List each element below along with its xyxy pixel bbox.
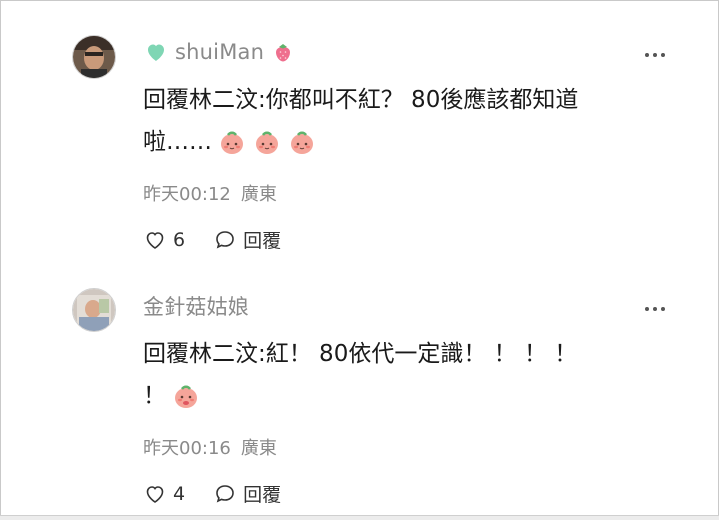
comment-meta: 昨天00:12 廣東 bbox=[143, 180, 277, 206]
speech-bubble-icon bbox=[216, 230, 234, 248]
comment-text-line: 回覆林二汶:紅！ 80依代一定識！ ！ ！ ！ bbox=[143, 341, 578, 367]
comment-location: 廣東 bbox=[240, 438, 277, 459]
comment-meta: 昨天00:16 廣東 bbox=[143, 434, 277, 460]
comment-text: ！ bbox=[143, 383, 166, 409]
username[interactable]: 金針菇姑娘 bbox=[143, 291, 249, 321]
heart-outline-icon bbox=[146, 485, 164, 503]
like-button[interactable]: 6 bbox=[143, 228, 185, 252]
peach-emoji-icon bbox=[171, 381, 201, 411]
heart-outline-icon bbox=[146, 231, 164, 249]
username-row: shuiMan bbox=[143, 37, 296, 67]
peach-emoji-icon bbox=[217, 127, 247, 157]
reply-label: 回覆 bbox=[243, 230, 282, 252]
strawberry-badge-icon bbox=[276, 44, 291, 62]
peach-emoji-icon bbox=[252, 127, 282, 157]
comment-location: 廣東 bbox=[240, 184, 277, 205]
comment-text-line-2: ！ bbox=[143, 381, 201, 411]
comment-actions: 4 回覆 bbox=[143, 480, 281, 507]
reply-button[interactable]: 回覆 bbox=[213, 226, 281, 253]
avatar[interactable] bbox=[72, 35, 116, 79]
reply-button[interactable]: 回覆 bbox=[213, 480, 281, 507]
comment-actions: 6 回覆 bbox=[143, 226, 281, 253]
reply-label: 回覆 bbox=[243, 484, 282, 506]
speech-bubble-icon bbox=[216, 484, 234, 502]
more-icon[interactable] bbox=[640, 299, 670, 319]
username-row: 金針菇姑娘 bbox=[143, 291, 249, 321]
comment-text-line-2: 啦…… bbox=[143, 127, 317, 157]
comment-time: 昨天00:16 bbox=[143, 438, 231, 459]
like-count: 6 bbox=[173, 228, 186, 251]
avatar[interactable] bbox=[72, 288, 116, 332]
username[interactable]: shuiMan bbox=[175, 40, 264, 64]
heart-badge-icon bbox=[148, 44, 164, 61]
comment-time: 昨天00:12 bbox=[143, 184, 231, 205]
bottom-edge bbox=[0, 515, 719, 520]
peach-emoji-icon bbox=[287, 127, 317, 157]
comment-text: 啦…… bbox=[143, 129, 212, 155]
like-count: 4 bbox=[173, 482, 186, 505]
more-icon[interactable] bbox=[640, 45, 670, 65]
comment-panel bbox=[0, 0, 719, 520]
like-button[interactable]: 4 bbox=[143, 482, 185, 506]
comment-text-line: 回覆林二汶:你都叫不紅？ 80後應該都知道 bbox=[143, 87, 579, 113]
